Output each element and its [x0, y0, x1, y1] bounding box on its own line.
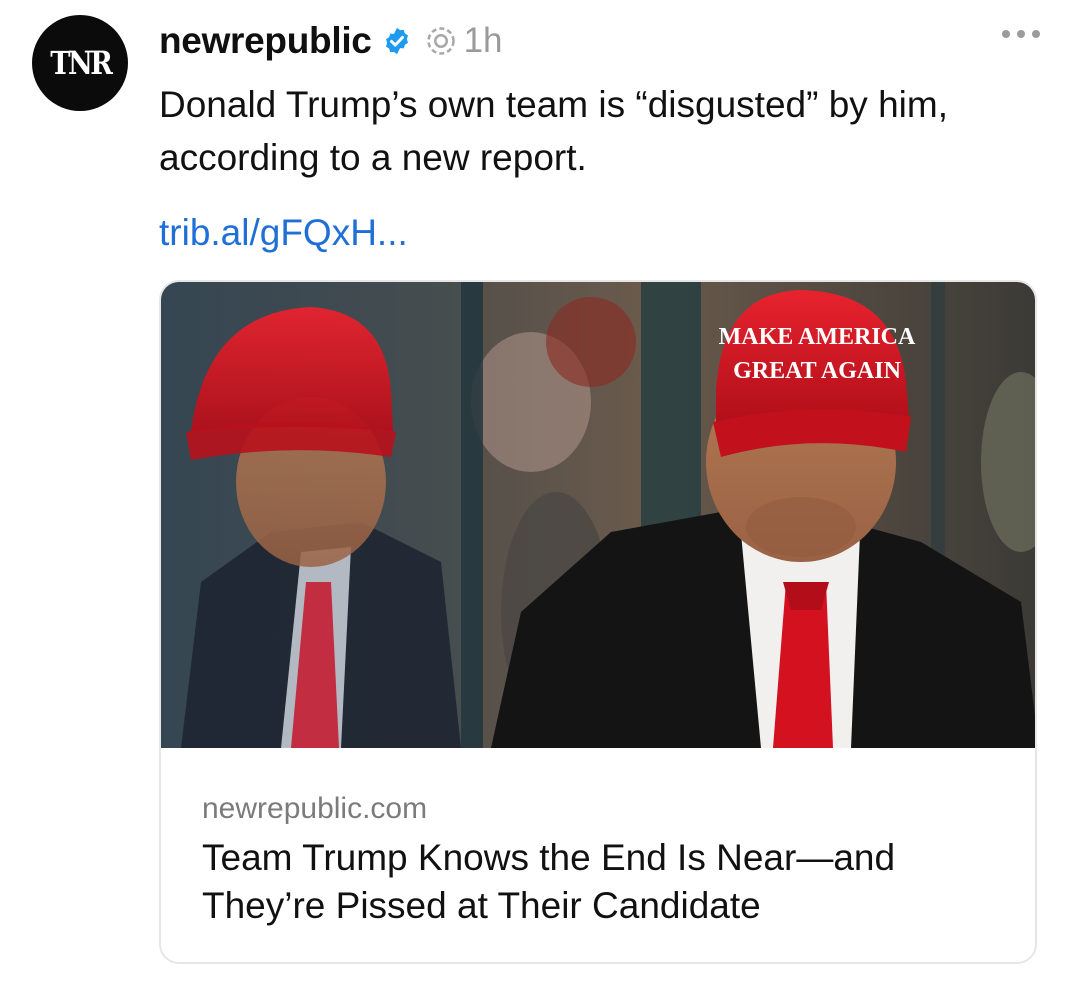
card-domain: newrepublic.com: [202, 792, 428, 825]
hat-text-line2: GREAT AGAIN: [733, 358, 901, 384]
link-preview-card[interactable]: MAKE AMERICA GREAT AGAIN newrepublic.com…: [159, 280, 1037, 964]
username[interactable]: newrepublic: [159, 20, 372, 62]
ai-label-icon[interactable]: [426, 26, 456, 56]
post-timestamp: 1h: [463, 21, 503, 60]
more-dot: [1017, 30, 1025, 38]
article-image: MAKE AMERICA GREAT AGAIN: [161, 282, 1035, 748]
hat-text-line1: MAKE AMERICA: [719, 324, 916, 350]
avatar[interactable]: TNR: [32, 15, 128, 111]
more-options-icon[interactable]: [1002, 30, 1040, 38]
post-text: Donald Trump’s own team is “disgusted” b…: [159, 84, 948, 178]
card-title: Team Trump Knows the End Is Near—and The…: [202, 837, 896, 926]
post-link[interactable]: trib.al/gFQxH...: [159, 212, 408, 254]
more-dot: [1002, 30, 1010, 38]
more-dot: [1032, 30, 1040, 38]
verified-badge-icon: [385, 27, 408, 55]
post-header: newrepublic 1h: [159, 18, 503, 64]
avatar-logo-text: TNR: [49, 44, 113, 82]
